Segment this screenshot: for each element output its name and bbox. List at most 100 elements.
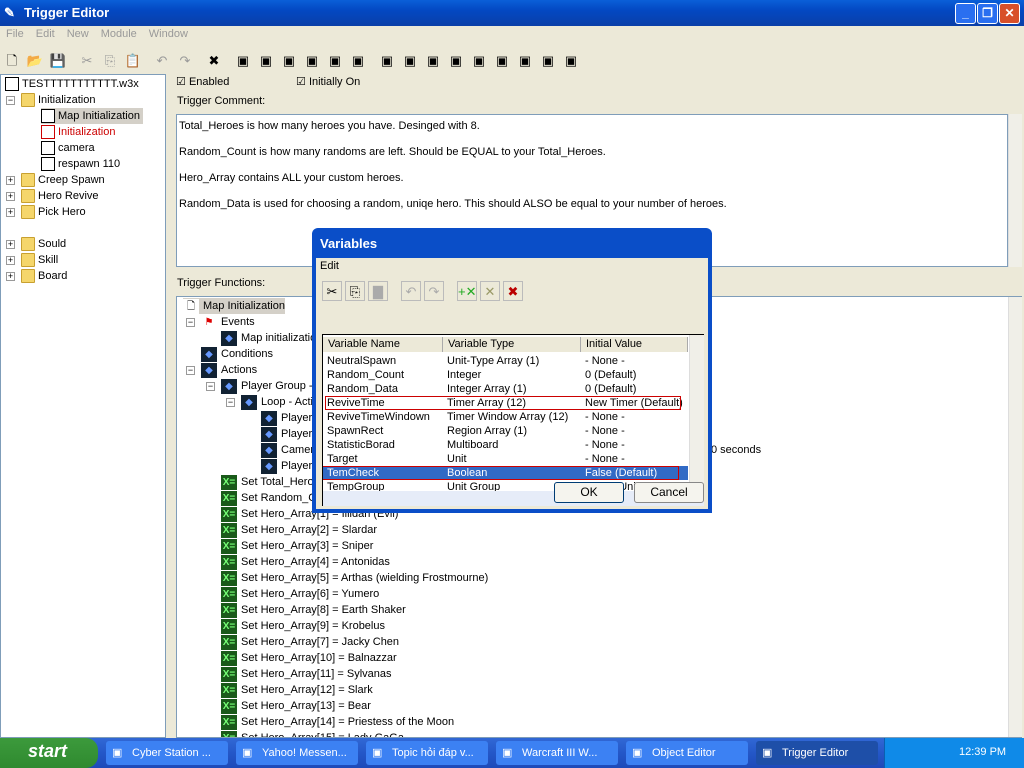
function-row[interactable]: X= Set Hero_Array[4] = Antonidas [221,554,390,570]
variable-row[interactable]: Random_Count Integer 0 (Default) [323,368,688,382]
variable-row[interactable]: Random_Data Integer Array (1) 0 (Default) [323,382,688,396]
object-manager-icon[interactable]: ▣ [515,50,535,70]
function-row[interactable]: X=Set Hero_Array[15] = Lady GaGa [221,730,404,737]
undo-icon[interactable]: ↶ [401,281,421,301]
enabled-checkbox[interactable]: ☑ Enabled [176,75,229,88]
ai-editor-icon[interactable]: ▣ [492,50,512,70]
expand-toggle[interactable]: + [6,272,15,281]
function-row[interactable]: X= Set Hero_Array[10] = Balnazzar [221,650,397,666]
expand-toggle[interactable]: − [186,366,195,375]
sound-editor-icon[interactable]: ▣ [423,50,443,70]
comment-scrollbar[interactable] [1008,114,1022,267]
tree-folder[interactable]: Skill [21,252,61,268]
cancel-button[interactable]: Cancel [634,482,704,503]
function-row[interactable]: ◆ Conditions [201,346,273,362]
new-event-icon[interactable]: ▣ [302,50,322,70]
paste-icon[interactable]: ▇ [368,281,388,301]
undo-icon[interactable]: ↶ [152,50,172,70]
taskbar-item[interactable]: ▣ Yahoo! Messen... [236,741,358,765]
paste-icon[interactable]: 📋 [123,50,143,70]
rename-variable-icon[interactable]: ✕ [480,281,500,301]
copy-icon[interactable]: ⎘ [345,281,365,301]
function-row[interactable]: X= Set Hero_Array[13] = Bear [221,698,371,714]
delete-variable-icon[interactable]: ✖ [503,281,523,301]
function-row[interactable]: ◆ Actions [201,362,257,378]
initially-on-checkbox[interactable]: ☑ Initially On [296,75,360,88]
minimize-button[interactable]: _ [955,3,976,24]
function-row[interactable]: ◆ Player - [261,458,319,474]
new-comment-icon[interactable]: ▣ [279,50,299,70]
tree-trigger[interactable]: respawn 110 [41,156,123,172]
variables-vscrollbar[interactable] [689,335,704,491]
tree-folder[interactable]: Hero Revive [21,188,102,204]
start-button[interactable]: start [0,738,98,768]
function-row[interactable]: X= Set Hero_Array[7] = Jacky Chen [221,634,399,650]
taskbar-item[interactable]: ▣ Cyber Station ... [106,741,228,765]
menu-window[interactable]: Window [143,26,194,42]
cut-icon[interactable]: ✂ [77,50,97,70]
function-row[interactable]: ◆ Map initialization [221,330,322,346]
new-variable-icon[interactable]: +✕ [457,281,477,301]
expand-toggle[interactable]: + [6,192,15,201]
terrain-editor-icon[interactable]: ▣ [377,50,397,70]
menu-module[interactable]: Module [95,26,143,42]
taskbar-item[interactable]: ▣ Warcraft III W... [496,741,618,765]
variable-row[interactable]: StatisticBorad Multiboard - None - [323,438,688,452]
tree-trigger[interactable]: Map Initialization [41,108,143,124]
taskbar-item[interactable]: ▣ Topic hỏi đáp v... [366,741,488,765]
expand-toggle[interactable]: + [6,176,15,185]
import-manager-icon[interactable]: ▣ [538,50,558,70]
delete-icon[interactable]: ✖ [204,50,224,70]
redo-icon[interactable]: ↷ [424,281,444,301]
function-row[interactable]: ◆ Player - [261,410,319,426]
campaign-editor-icon[interactable]: ▣ [469,50,489,70]
expand-toggle[interactable]: − [6,96,15,105]
expand-toggle[interactable]: + [6,256,15,265]
function-row[interactable]: ⚑ Events [201,314,255,330]
ok-button[interactable]: OK [554,482,624,503]
trigger-editor-icon[interactable]: ▣ [400,50,420,70]
function-row[interactable]: ◆ Player - [261,426,319,442]
expand-toggle[interactable]: + [6,240,15,249]
new-action-icon[interactable]: ▣ [348,50,368,70]
variable-row[interactable]: NeutralSpawn Unit-Type Array (1) - None - [323,354,688,368]
function-row[interactable]: X= Set Hero_Array[3] = Sniper [221,538,373,554]
tree-folder[interactable]: Initialization [21,92,98,108]
function-row[interactable]: ◆ Loop - Actio [241,394,319,410]
expand-toggle[interactable]: − [226,398,235,407]
taskbar-item[interactable]: ▣ Object Editor [626,741,748,765]
function-row[interactable]: 🗋 Map Initialization [183,298,285,314]
close-button[interactable]: ✕ [999,3,1020,24]
function-row[interactable]: X= Set Random_Co [221,490,322,506]
menu-new[interactable]: New [61,26,95,42]
variable-row[interactable]: Target Unit - None - [323,452,688,466]
variable-row[interactable]: ReviveTimeWindown Timer Window Array (12)… [323,410,688,424]
new-condition-icon[interactable]: ▣ [325,50,345,70]
new-category-icon[interactable]: ▣ [233,50,253,70]
redo-icon[interactable]: ↷ [175,50,195,70]
expand-toggle[interactable]: + [6,208,15,217]
function-row[interactable]: ◆ Player Group - P [221,378,323,394]
tree-folder[interactable]: Pick Hero [21,204,89,220]
function-row[interactable]: X= Set Hero_Array[5] = Arthas (wielding F… [221,570,488,586]
function-row[interactable]: X= Set Hero_Array[8] = Earth Shaker [221,602,406,618]
tree-folder[interactable]: Sould [21,236,69,252]
function-row[interactable]: X= Set Hero_Array[9] = Krobelus [221,618,385,634]
taskbar-item[interactable]: ▣ Trigger Editor [756,741,878,765]
functions-scrollbar[interactable] [1008,297,1022,737]
object-editor-icon[interactable]: ▣ [446,50,466,70]
test-map-icon[interactable]: ▣ [561,50,581,70]
tree-trigger[interactable]: Initialization [41,124,118,140]
function-row[interactable]: X= Set Hero_Array[11] = Sylvanas [221,666,392,682]
menu-file[interactable]: File [0,26,30,42]
menu-edit[interactable]: Edit [30,26,61,42]
copy-icon[interactable]: ⎘ [100,50,120,70]
dialog-menu-edit[interactable]: Edit [320,260,339,272]
function-row[interactable]: X= Set Total_Heroe [221,474,320,490]
tree-trigger[interactable]: camera [41,140,98,156]
expand-toggle[interactable]: − [186,318,195,327]
save-icon[interactable]: 💾 [48,50,68,70]
tree-root[interactable]: TESTTTTTTTTTTT.w3x [5,76,139,92]
function-row[interactable]: X= Set Hero_Array[6] = Yumero [221,586,379,602]
expand-toggle[interactable]: − [206,382,215,391]
